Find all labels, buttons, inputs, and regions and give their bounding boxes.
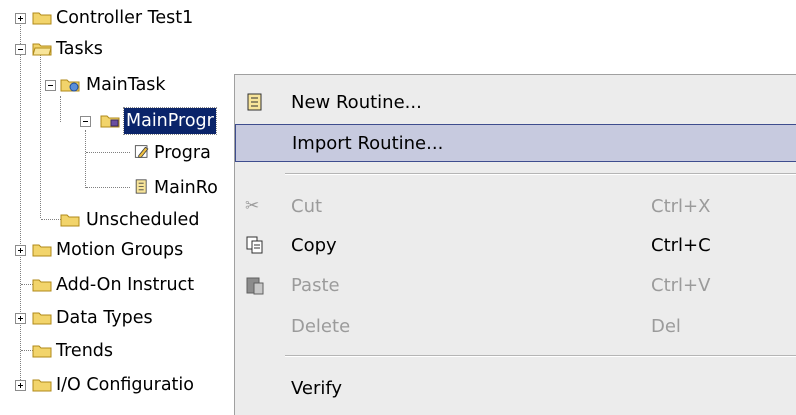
menu-shortcut: Del xyxy=(651,315,681,337)
expand-icon[interactable] xyxy=(15,380,26,391)
program-folder-icon xyxy=(100,115,120,128)
collapse-icon[interactable] xyxy=(45,80,56,91)
tree-item-label: Unscheduled xyxy=(86,210,200,230)
tree-item-label: Progra xyxy=(154,143,211,163)
menu-item-copy[interactable]: Copy Ctrl+C xyxy=(235,226,796,264)
tree-connector xyxy=(41,219,61,220)
menu-item-paste[interactable]: Paste Ctrl+V xyxy=(235,266,796,304)
collapse-icon[interactable] xyxy=(80,116,91,127)
program-tags-icon xyxy=(134,145,149,158)
expand-icon[interactable] xyxy=(15,245,26,256)
menu-separator xyxy=(285,355,796,357)
menu-item-label: Cut xyxy=(291,195,323,217)
tree-item-label: Controller Test1 xyxy=(56,8,194,28)
folder-icon xyxy=(32,312,52,325)
tree-item-label: I/O Configuratio xyxy=(56,375,194,395)
folder-icon xyxy=(32,279,52,292)
tree-item-label: Motion Groups xyxy=(56,240,184,260)
tree-connector xyxy=(40,48,41,218)
scissors-icon: ✂ xyxy=(245,196,260,216)
menu-item-verify[interactable]: Verify xyxy=(235,369,796,407)
new-routine-icon xyxy=(247,93,262,111)
tree-item-label: Tasks xyxy=(56,39,103,59)
menu-item-new-routine[interactable]: New Routine... xyxy=(235,83,796,121)
menu-item-label: New Routine... xyxy=(291,91,422,113)
menu-item-label: Paste xyxy=(291,274,340,296)
tree-item-label: MainProgr xyxy=(123,107,217,135)
menu-shortcut: Ctrl+C xyxy=(651,234,711,256)
routine-icon xyxy=(135,179,147,194)
folder-icon xyxy=(32,244,52,257)
menu-item-cut[interactable]: ✂ Cut Ctrl+X xyxy=(235,187,796,225)
folder-icon xyxy=(32,379,52,392)
collapse-icon[interactable] xyxy=(15,44,26,55)
tree-item-label: MainTask xyxy=(86,75,166,95)
tree-connector xyxy=(85,130,86,188)
menu-item-label: Delete xyxy=(291,315,351,337)
tree-connector xyxy=(86,187,130,188)
menu-item-delete[interactable]: Delete Del xyxy=(235,307,796,345)
paste-icon xyxy=(246,277,264,295)
menu-item-label: Copy xyxy=(291,234,337,256)
menu-shortcut: Ctrl+V xyxy=(651,274,711,296)
tree-item-label: Trends xyxy=(56,341,114,361)
menu-shortcut: Ctrl+X xyxy=(651,195,711,217)
menu-item-import-routine[interactable]: Import Routine... xyxy=(235,124,796,162)
folder-icon xyxy=(32,345,52,358)
expand-icon[interactable] xyxy=(15,313,26,324)
tree-item-label: Add-On Instruct xyxy=(56,275,195,295)
context-menu: New Routine... Import Routine... ✂ Cut C… xyxy=(234,74,796,415)
folder-icon xyxy=(32,12,52,25)
tree-connector xyxy=(60,96,61,122)
copy-icon xyxy=(246,236,263,254)
open-folder-icon xyxy=(32,43,52,56)
task-folder-icon xyxy=(60,79,80,92)
tree-item-label: Data Types xyxy=(56,308,153,328)
tree-connector xyxy=(86,152,130,153)
expand-icon[interactable] xyxy=(15,13,26,24)
menu-item-label: Import Routine... xyxy=(292,132,444,154)
folder-icon xyxy=(60,214,80,227)
tree-item-label: MainRo xyxy=(154,178,218,198)
menu-item-label: Verify xyxy=(291,377,343,399)
menu-separator xyxy=(285,173,796,175)
tree-connector xyxy=(20,18,21,390)
